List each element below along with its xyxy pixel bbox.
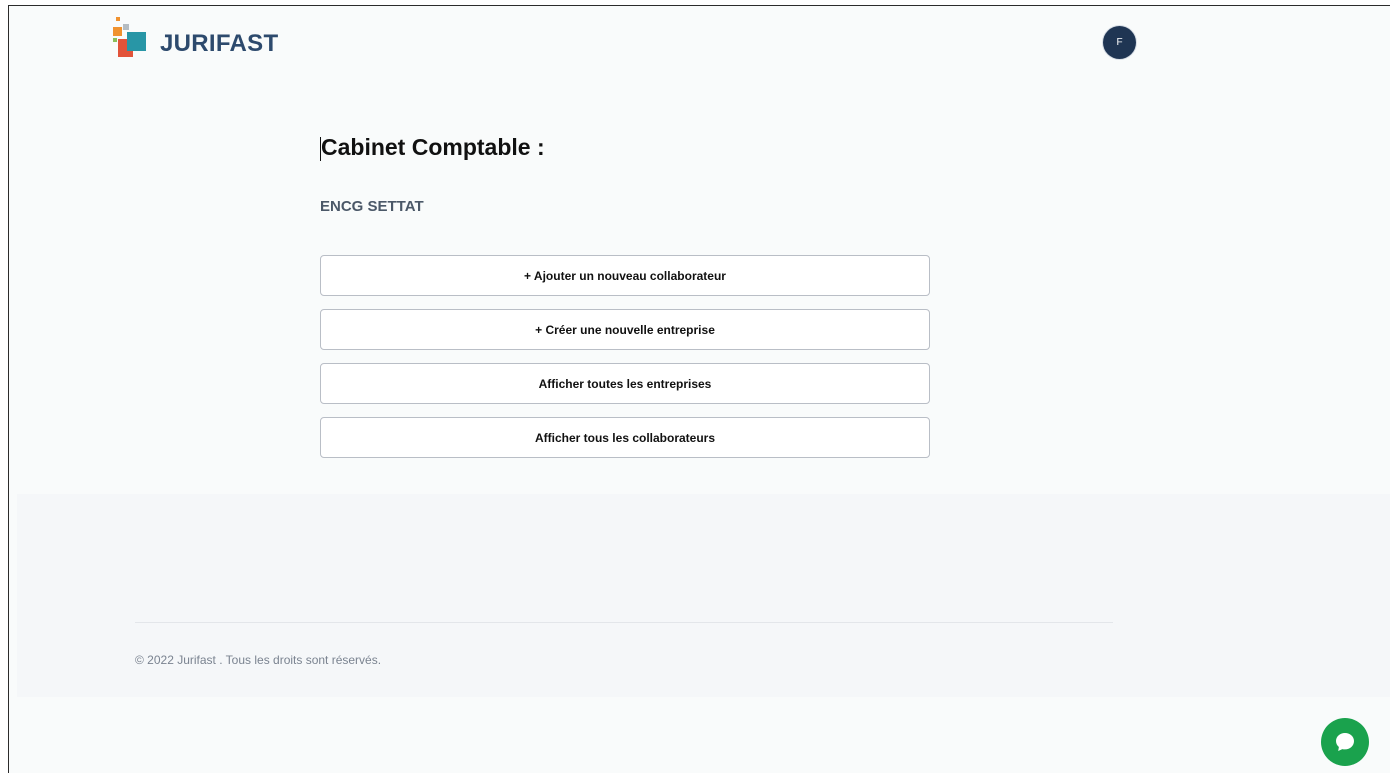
show-all-companies-button[interactable]: Afficher toutes les entreprises [320,363,930,404]
app-frame: JURIFAST F Cabinet Comptable : ENCG SETT… [8,5,1390,773]
footer-divider [135,622,1113,623]
jurifast-logo-icon [113,17,146,57]
company-name: ENCG SETTAT [320,198,424,215]
show-all-collaborators-button[interactable]: Afficher tous les collaborateurs [320,417,930,458]
user-avatar[interactable]: F [1103,26,1136,59]
copyright-text: © 2022 Jurifast . Tous les droits sont r… [135,653,382,667]
action-list: + Ajouter un nouveau collaborateur + Cré… [320,255,930,471]
create-company-button[interactable]: + Créer une nouvelle entreprise [320,309,930,350]
add-collaborator-button[interactable]: + Ajouter un nouveau collaborateur [320,255,930,296]
chat-bubble-icon [1336,733,1354,751]
page-title: Cabinet Comptable : [321,134,545,160]
chat-button[interactable] [1321,718,1369,766]
brand-name: JURIFAST [160,30,279,57]
footer: © 2022 Jurifast . Tous les droits sont r… [17,494,1390,697]
brand-logo[interactable]: JURIFAST [112,16,282,66]
